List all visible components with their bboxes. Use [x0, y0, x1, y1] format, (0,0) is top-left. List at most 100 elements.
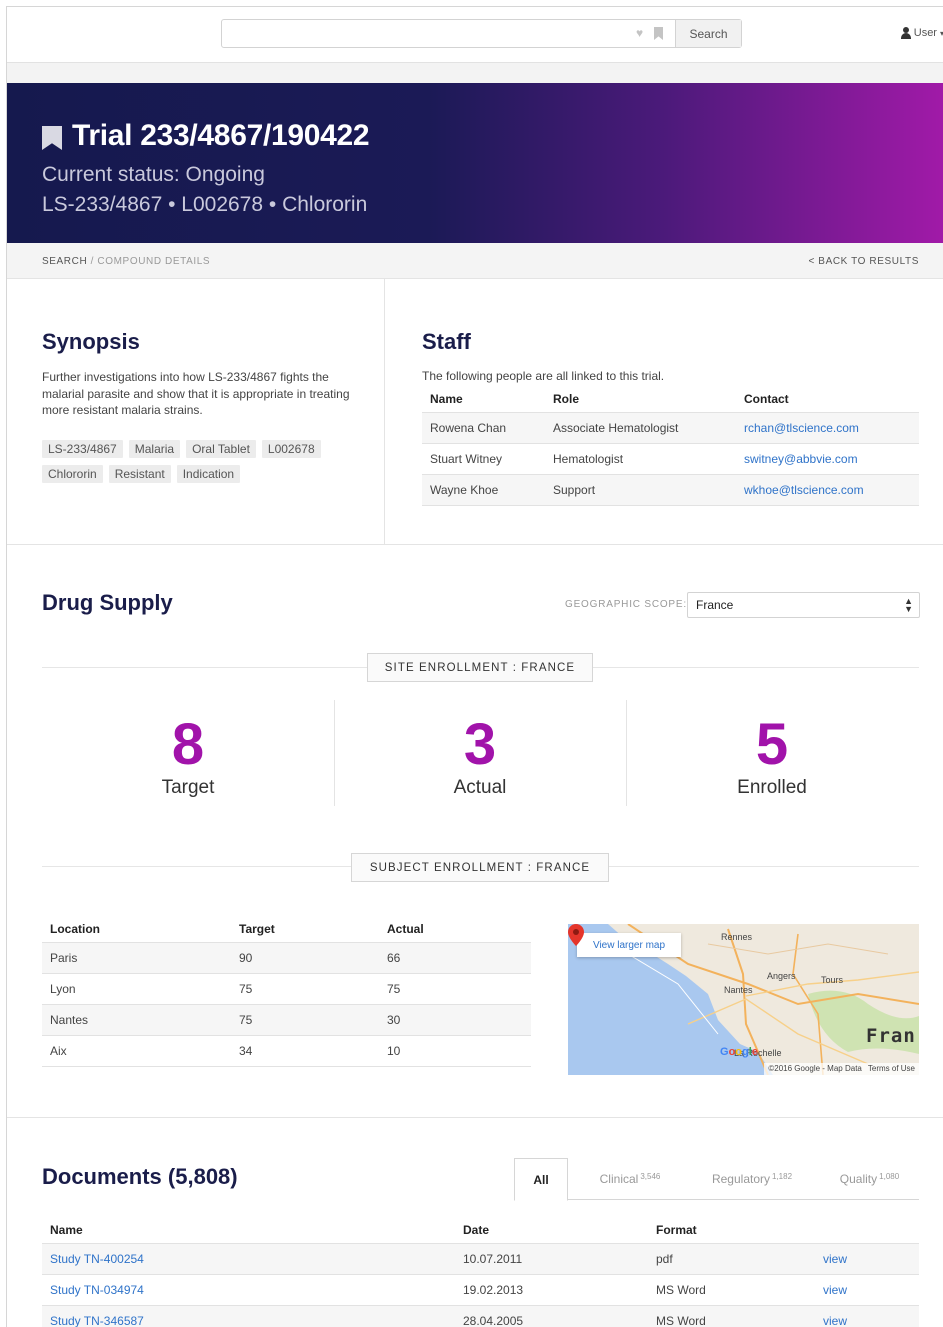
column-header: Role	[545, 387, 736, 413]
staff-role: Support	[545, 474, 736, 506]
tab-clinical[interactable]: Clinical 3,546	[576, 1158, 684, 1200]
top-bar: ♥ Search User ▾	[7, 7, 943, 63]
breadcrumb-search-link[interactable]: SEARCH	[42, 256, 87, 267]
staff-email-link[interactable]: rchan@tlscience.com	[744, 421, 859, 435]
location-map[interactable]: View larger map Rennes Angers Tours Nant…	[568, 924, 919, 1075]
stat-label: Enrolled	[737, 777, 807, 798]
google-logo: Google	[720, 1046, 758, 1058]
stat-value: 3	[463, 712, 497, 777]
user-icon	[900, 27, 911, 39]
bookmark-icon[interactable]	[42, 126, 62, 150]
document-link[interactable]: Study TN-034974	[50, 1283, 144, 1297]
search-button[interactable]: Search	[675, 20, 741, 47]
target-cell: 75	[231, 1004, 379, 1036]
tag[interactable]: Resistant	[108, 465, 171, 483]
map-terms-link[interactable]: Terms of Use	[868, 1064, 915, 1074]
view-document-link[interactable]: view	[823, 1283, 847, 1297]
tab-quality[interactable]: Quality 1,080	[820, 1158, 919, 1200]
staff-role: Associate Hematologist	[545, 412, 736, 444]
search-box: ♥ Search	[221, 19, 742, 48]
table-row: Study TN-346587 28.04.2005 MS Word view	[42, 1305, 919, 1327]
staff-intro: The following people are all linked to t…	[422, 369, 665, 383]
column-header: Name	[422, 387, 545, 413]
tab-all[interactable]: All	[514, 1158, 568, 1201]
tag[interactable]: Malaria	[128, 440, 181, 458]
actual-cell: 66	[379, 942, 531, 974]
table-row: Paris 90 66	[42, 942, 531, 974]
stat-label: Actual	[453, 777, 507, 798]
geographic-scope-select[interactable]: France ▲ ▼	[687, 592, 920, 618]
geographic-scope-label: GEOGRAPHIC SCOPE:	[565, 599, 687, 610]
tag[interactable]: L002678	[261, 440, 321, 458]
back-to-results-link[interactable]: < BACK TO RESULTS	[808, 256, 919, 267]
synopsis-heading: Synopsis	[42, 329, 140, 354]
divider	[7, 1117, 943, 1118]
trial-hero: Trial 233/4867/190422 Current status: On…	[7, 83, 943, 243]
table-row: Wayne Khoe Support wkhoe@tlscience.com	[422, 474, 919, 506]
search-input[interactable]	[222, 20, 674, 47]
breadcrumb: SEARCH / COMPOUND DETAILS	[42, 256, 210, 267]
location-cell: Paris	[42, 942, 231, 974]
synopsis-text: Further investigations into how LS-233/4…	[42, 370, 350, 417]
column-divider	[384, 279, 385, 545]
divider	[593, 667, 919, 668]
map-pin-icon[interactable]	[568, 924, 584, 946]
tag[interactable]: Chlororin	[42, 465, 103, 483]
documents-heading: Documents (5,808)	[42, 1164, 238, 1189]
actual-cell: 75	[379, 973, 531, 1005]
staff-email-link[interactable]: switney@abbvie.com	[744, 452, 858, 466]
location-cell: Lyon	[42, 973, 231, 1005]
staff-email-link[interactable]: wkhoe@tlscience.com	[744, 483, 864, 497]
documents-table: Name Date Format Study TN-400254 10.07.2…	[42, 1217, 919, 1327]
tag[interactable]: Oral Tablet	[186, 440, 256, 458]
stat-enrolled: 5 Enrolled	[626, 715, 918, 799]
target-cell: 75	[231, 973, 379, 1005]
location-cell: Nantes	[42, 1004, 231, 1036]
geographic-scope-value: France	[696, 598, 734, 612]
tab-label: Regulatory	[711, 1172, 770, 1186]
document-date: 28.04.2005	[455, 1305, 648, 1327]
heart-icon[interactable]: ♥	[636, 26, 643, 40]
table-row: Study TN-034974 19.02.2013 MS Word view	[42, 1274, 919, 1306]
document-date: 19.02.2013	[455, 1274, 648, 1306]
map-data-attribution: ©2016 Google - Map Data	[768, 1064, 862, 1073]
staff-name: Stuart Witney	[422, 443, 545, 475]
document-link[interactable]: Study TN-346587	[50, 1314, 144, 1327]
map-country-label: Fran	[866, 1025, 916, 1047]
site-enrollment-label: SITE ENROLLMENT : FRANCE	[367, 653, 593, 682]
stat-target: 8 Target	[42, 715, 334, 799]
tag[interactable]: Indication	[176, 465, 241, 483]
divider	[609, 866, 919, 867]
view-document-link[interactable]: view	[823, 1252, 847, 1266]
view-document-link[interactable]: view	[823, 1314, 847, 1327]
target-cell: 90	[231, 942, 379, 974]
subject-enrollment-label: SUBJECT ENROLLMENT : FRANCE	[351, 853, 609, 882]
tag[interactable]: LS-233/4867	[42, 440, 123, 458]
tag-list: LS-233/4867 Malaria Oral Tablet L002678 Chlo…	[42, 440, 362, 483]
bookmark-small-icon[interactable]	[654, 27, 663, 40]
page-title: Trial 233/4867/190422	[72, 119, 370, 152]
stat-value: 8	[171, 712, 205, 777]
user-menu[interactable]: User ▾	[900, 27, 943, 39]
document-link[interactable]: Study TN-400254	[50, 1252, 144, 1266]
column-header: Actual	[379, 916, 531, 943]
subject-enrollment-table: Location Target Actual Paris 90 66 Lyon …	[42, 916, 531, 1067]
tab-regulatory[interactable]: Regulatory 1,182	[692, 1158, 812, 1200]
document-tabs: All Clinical 3,546 Regulatory 1,182 Qualit…	[514, 1158, 919, 1201]
tab-count: 1,080	[879, 1171, 900, 1181]
breadcrumb-current: COMPOUND DETAILS	[97, 256, 211, 267]
document-format: MS Word	[648, 1305, 815, 1327]
staff-name: Rowena Chan	[422, 412, 545, 444]
view-larger-map-button[interactable]: View larger map	[577, 933, 681, 957]
stat-label: Target	[161, 777, 215, 798]
user-label: User	[913, 27, 937, 39]
breadcrumb-bar: SEARCH / COMPOUND DETAILS < BACK TO RESU…	[7, 243, 943, 279]
column-header: Contact	[736, 387, 919, 413]
divider	[42, 866, 351, 867]
header-spacer	[7, 63, 943, 83]
column-header: Target	[231, 916, 379, 943]
actual-cell: 30	[379, 1004, 531, 1036]
tab-count: 1,182	[772, 1171, 793, 1181]
document-date: 10.07.2011	[455, 1243, 648, 1275]
breadcrumb-separator: /	[87, 256, 98, 267]
